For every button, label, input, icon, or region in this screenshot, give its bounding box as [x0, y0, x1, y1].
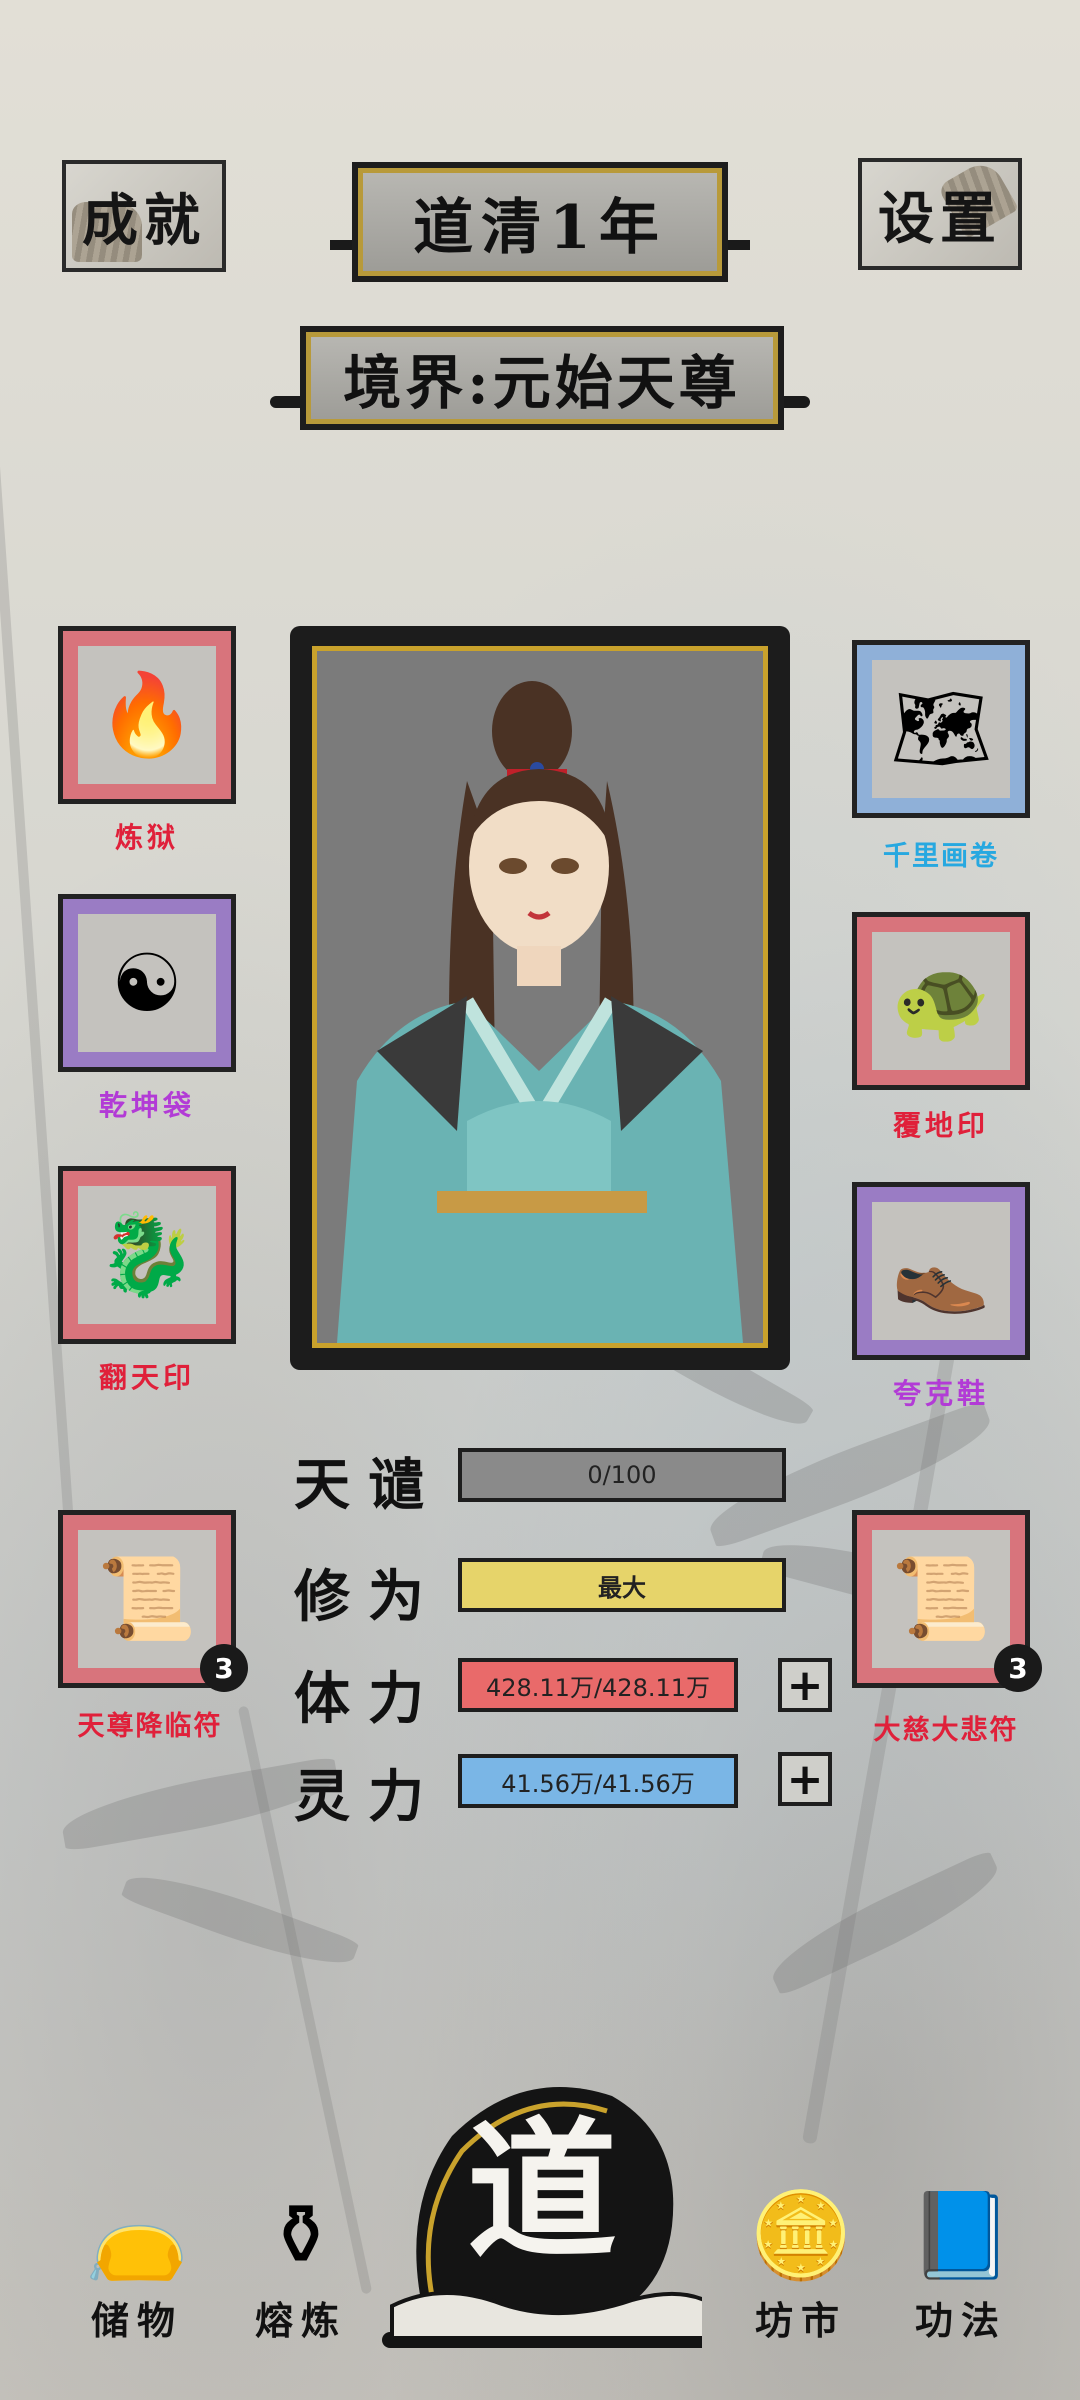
- nav-skills[interactable]: 📘 功法: [886, 2180, 1036, 2345]
- cultivation-value: 最大: [598, 1572, 646, 1602]
- item-count-badge: 3: [994, 1644, 1042, 1692]
- nav-market-label: 坊市: [754, 2298, 847, 2343]
- scroll-painting-icon: 🗺: [872, 660, 1010, 798]
- yin-yang-bag-icon: ☯: [78, 914, 216, 1052]
- dao-label: 道: [466, 2103, 617, 2279]
- item-label-purgatory: 炼狱: [114, 821, 179, 854]
- cauldron-icon: ⚱: [265, 2186, 337, 2284]
- settings-button[interactable]: 设置: [858, 157, 1022, 270]
- talisman-icon: 📜: [872, 1530, 1010, 1668]
- book-icon: 📘: [908, 2186, 1014, 2284]
- tribulation-value: 0/100: [587, 1461, 657, 1489]
- nav-storage[interactable]: 👝 储物: [62, 2180, 212, 2345]
- pouch-icon: 👝: [84, 2186, 190, 2284]
- year-title-plaque: 道清1年: [352, 162, 728, 282]
- item-slot-purgatory[interactable]: 🔥: [58, 626, 236, 804]
- nav-smelting-label: 熔炼: [254, 2298, 347, 2343]
- spirit-value: 41.56万/41.56万: [501, 1769, 695, 1798]
- talisman-icon: 📜: [78, 1530, 216, 1668]
- nav-storage-label: 储物: [90, 2298, 183, 2343]
- dao-main-button[interactable]: 道: [382, 2056, 714, 2356]
- character-portrait-frame[interactable]: [290, 626, 790, 1370]
- achievement-button[interactable]: 成就: [62, 160, 226, 272]
- item-label-scroll-painting: 千里画卷: [883, 841, 999, 872]
- achievement-label: 成就: [82, 187, 206, 254]
- realm-title: 境界:元始天尊: [343, 349, 741, 417]
- nav-smelting[interactable]: ⚱ 熔炼: [226, 2180, 376, 2345]
- spirit-bar: 41.56万/41.56万: [458, 1754, 738, 1808]
- item-slot-quark-shoe[interactable]: 👞: [852, 1182, 1030, 1360]
- item-slot-scroll-painting[interactable]: 🗺: [852, 640, 1030, 818]
- item-label-fantian-seal: 翻天印: [98, 1361, 195, 1394]
- item-count-badge: 3: [200, 1644, 248, 1692]
- character-portrait: [312, 646, 768, 1348]
- tribulation-bar: 0/100: [458, 1448, 786, 1502]
- stamina-bar: 428.11万/428.11万: [458, 1658, 738, 1712]
- stat-label-spirit: 灵力: [294, 1764, 442, 1830]
- nav-market[interactable]: 🪙 坊市: [726, 2180, 876, 2345]
- item-slot-fudi-seal[interactable]: 🐢: [852, 912, 1030, 1090]
- fire-icon: 🔥: [78, 646, 216, 784]
- cultivation-bar: 最大: [458, 1558, 786, 1612]
- stat-label-cultivation: 修为: [294, 1564, 442, 1630]
- item-label-fudi-seal: 覆地印: [892, 1109, 989, 1142]
- item-label-daci-talisman: 大慈大悲符: [873, 1715, 1019, 1746]
- item-label-quark-shoe: 夸克鞋: [892, 1377, 989, 1410]
- add-spirit-button[interactable]: +: [778, 1752, 832, 1806]
- dragon-seal-icon: 🐉: [78, 1186, 216, 1324]
- coins-icon: 🪙: [748, 2186, 854, 2284]
- stat-label-stamina: 体力: [294, 1666, 442, 1732]
- character-illustration: [317, 651, 763, 1343]
- add-stamina-button[interactable]: +: [778, 1658, 832, 1712]
- item-label-qiankun-bag: 乾坤袋: [98, 1089, 195, 1122]
- year-title: 道清1年: [413, 192, 667, 263]
- nav-skills-label: 功法: [914, 2298, 1007, 2343]
- item-slot-fantian-seal[interactable]: 🐉: [58, 1166, 236, 1344]
- stamina-value: 428.11万/428.11万: [485, 1673, 711, 1702]
- realm-plaque: 境界:元始天尊: [300, 326, 784, 430]
- shoe-icon: 👞: [872, 1202, 1010, 1340]
- settings-label: 设置: [878, 185, 1002, 252]
- item-slot-qiankun-bag[interactable]: ☯: [58, 894, 236, 1072]
- stat-label-tribulation: 天谴: [294, 1452, 442, 1518]
- turtle-seal-icon: 🐢: [872, 932, 1010, 1070]
- item-label-tianzun-talisman: 天尊降临符: [77, 1711, 223, 1742]
